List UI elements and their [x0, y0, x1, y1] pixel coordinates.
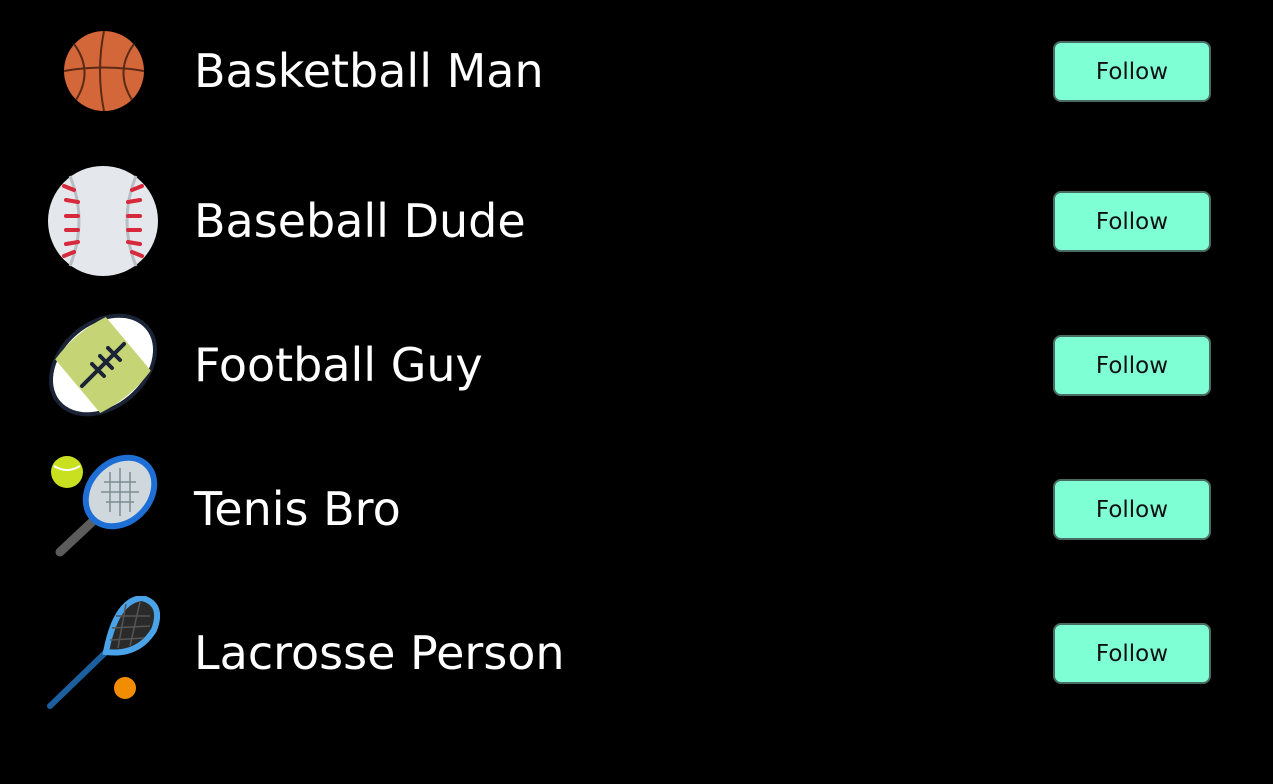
follow-button[interactable]: Follow [1053, 191, 1211, 252]
list-item: Baseball Dude Follow [0, 164, 1273, 284]
user-name: Football Guy [194, 338, 483, 392]
basketball-icon [46, 14, 160, 128]
user-name: Basketball Man [194, 44, 544, 98]
user-name: Tenis Bro [194, 482, 401, 536]
user-name: Lacrosse Person [194, 626, 565, 680]
user-name: Baseball Dude [194, 194, 526, 248]
list-item: Lacrosse Person Follow [0, 596, 1273, 716]
list-item: Tenis Bro Follow [0, 452, 1273, 572]
follow-button[interactable]: Follow [1053, 335, 1211, 396]
follow-button[interactable]: Follow [1053, 623, 1211, 684]
lacrosse-icon [46, 596, 160, 710]
list-item: Football Guy Follow [0, 308, 1273, 428]
list-item: Basketball Man Follow [0, 14, 1273, 134]
follow-button[interactable]: Follow [1053, 479, 1211, 540]
baseball-icon [46, 164, 160, 278]
user-list: Basketball Man Follow Baseball Dude Foll… [0, 0, 1273, 784]
follow-button[interactable]: Follow [1053, 41, 1211, 102]
football-icon [46, 308, 160, 422]
tennis-icon [46, 452, 160, 566]
